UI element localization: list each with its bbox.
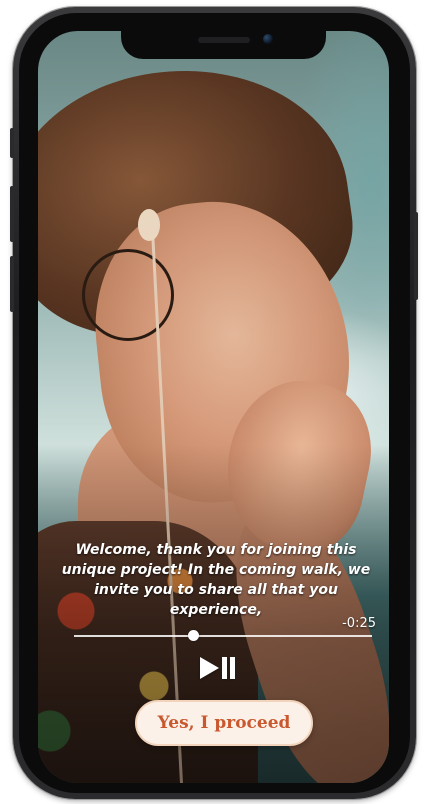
caption-line: invite you to share all that you experie… [94,582,338,618]
earpiece-speaker [198,37,250,43]
audio-progress-track[interactable] [74,635,372,637]
caption-line: unique project! In the coming walk, we [61,562,371,578]
time-remaining: -0:25 [342,616,376,631]
power-button [414,212,418,300]
welcome-caption: Welcome, thank you for joining this uniq… [46,540,386,620]
notch [121,29,326,59]
play-icon [200,657,219,679]
silent-switch [10,128,14,158]
play-pause-button[interactable] [200,654,252,682]
pause-icon-bar-right [230,657,235,679]
proceed-button[interactable]: Yes, I proceed [135,700,313,746]
volume-down-button [10,256,14,312]
audio-progress-thumb[interactable] [187,630,199,641]
caption-line: Welcome, thank you for joining this [75,542,357,558]
volume-up-button [10,186,14,242]
pause-icon-bar-left [222,657,227,679]
front-camera [263,34,273,44]
